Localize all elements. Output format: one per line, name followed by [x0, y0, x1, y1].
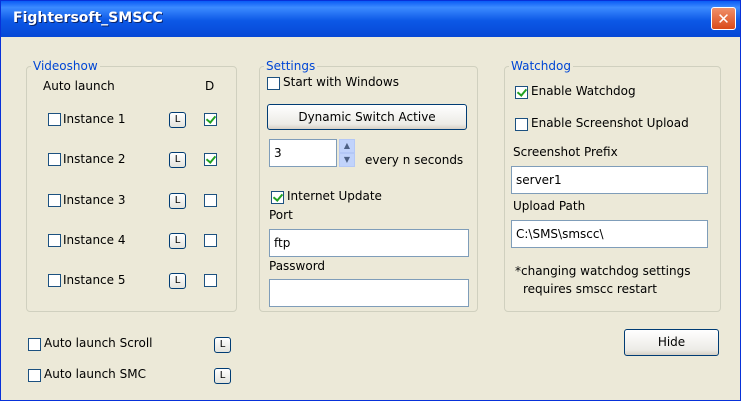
instance-5-d-checkbox[interactable]: [204, 274, 217, 287]
port-label: Port: [269, 208, 293, 222]
hide-button[interactable]: Hide: [624, 329, 719, 356]
instance-5-auto-checkbox[interactable]: [48, 274, 61, 287]
instance-3-d-checkbox[interactable]: [204, 194, 217, 207]
d-header: D: [205, 79, 215, 93]
port-input[interactable]: ftp: [269, 229, 469, 257]
instance-3-auto-checkbox[interactable]: [48, 194, 61, 207]
videoshow-legend: Videoshow: [33, 59, 98, 73]
screenshot-prefix-label: Screenshot Prefix: [513, 145, 618, 159]
auto-launch-scroll-label: Auto launch Scroll: [44, 336, 153, 350]
settings-group: Settings: [259, 59, 478, 312]
auto-launch-header: Auto launch: [43, 79, 115, 93]
watchdog-legend: Watchdog: [511, 59, 571, 73]
client-area: Videoshow Auto launch D Instance 1 L Ins…: [1, 37, 740, 400]
instance-5-launch-button[interactable]: L: [169, 273, 186, 289]
settings-legend: Settings: [266, 59, 316, 73]
internet-update-checkbox[interactable]: [271, 191, 284, 204]
dynamic-switch-label: Dynamic Switch Active: [298, 110, 436, 124]
title-bar[interactable]: Fightersoft_SMSCC ✕: [1, 1, 740, 37]
dynamic-switch-button[interactable]: Dynamic Switch Active: [267, 104, 467, 130]
auto-launch-smc-label: Auto launch SMC: [44, 367, 146, 381]
watchdog-note-line2: requires smscc restart: [523, 282, 657, 296]
upload-path-label: Upload Path: [513, 199, 586, 213]
interval-suffix-label: every n seconds: [365, 153, 464, 167]
auto-launch-scroll-checkbox[interactable]: [28, 338, 41, 351]
internet-update-label: Internet Update: [287, 189, 382, 203]
instance-1-auto-checkbox[interactable]: [48, 113, 61, 126]
interval-input[interactable]: 3: [269, 139, 337, 167]
instance-4-label: Instance 4: [63, 233, 126, 247]
auto-launch-scroll-launch-button[interactable]: L: [214, 337, 231, 353]
enable-watchdog-label: Enable Watchdog: [531, 84, 636, 98]
close-icon: ✕: [717, 10, 730, 28]
instance-5-label: Instance 5: [63, 273, 126, 287]
instance-2-launch-button[interactable]: L: [169, 152, 186, 168]
instance-2-label: Instance 2: [63, 152, 126, 166]
start-with-windows-checkbox[interactable]: [267, 77, 280, 90]
spin-up-icon[interactable]: ▲: [339, 139, 355, 153]
instance-1-label: Instance 1: [63, 112, 126, 126]
auto-launch-smc-launch-button[interactable]: L: [214, 368, 231, 384]
instance-4-launch-button[interactable]: L: [169, 233, 186, 249]
password-input[interactable]: [269, 279, 469, 307]
instance-1-d-checkbox[interactable]: [204, 113, 217, 126]
instance-1-launch-button[interactable]: L: [169, 112, 186, 128]
start-with-windows-label: Start with Windows: [283, 75, 399, 89]
app-window: Fightersoft_SMSCC ✕ Videoshow Auto launc…: [0, 0, 741, 401]
window-title: Fightersoft_SMSCC: [13, 10, 163, 26]
instance-4-auto-checkbox[interactable]: [48, 234, 61, 247]
enable-screenshot-upload-checkbox[interactable]: [515, 118, 528, 131]
instance-2-d-checkbox[interactable]: [204, 153, 217, 166]
close-button[interactable]: ✕: [711, 7, 736, 30]
screenshot-prefix-input[interactable]: server1: [511, 166, 708, 194]
upload-path-input[interactable]: C:\SMS\smscc\: [511, 220, 708, 248]
interval-spinner[interactable]: ▲ ▼: [339, 139, 355, 167]
auto-launch-smc-checkbox[interactable]: [28, 369, 41, 382]
spin-down-icon[interactable]: ▼: [339, 153, 355, 167]
instance-2-auto-checkbox[interactable]: [48, 153, 61, 166]
password-label: Password: [269, 259, 326, 273]
watchdog-note-line1: *changing watchdog settings: [515, 264, 691, 278]
enable-watchdog-checkbox[interactable]: [515, 86, 528, 99]
hide-button-label: Hide: [657, 335, 686, 349]
enable-screenshot-upload-label: Enable Screenshot Upload: [531, 116, 689, 130]
instance-3-label: Instance 3: [63, 193, 126, 207]
instance-4-d-checkbox[interactable]: [204, 234, 217, 247]
instance-3-launch-button[interactable]: L: [169, 193, 186, 209]
